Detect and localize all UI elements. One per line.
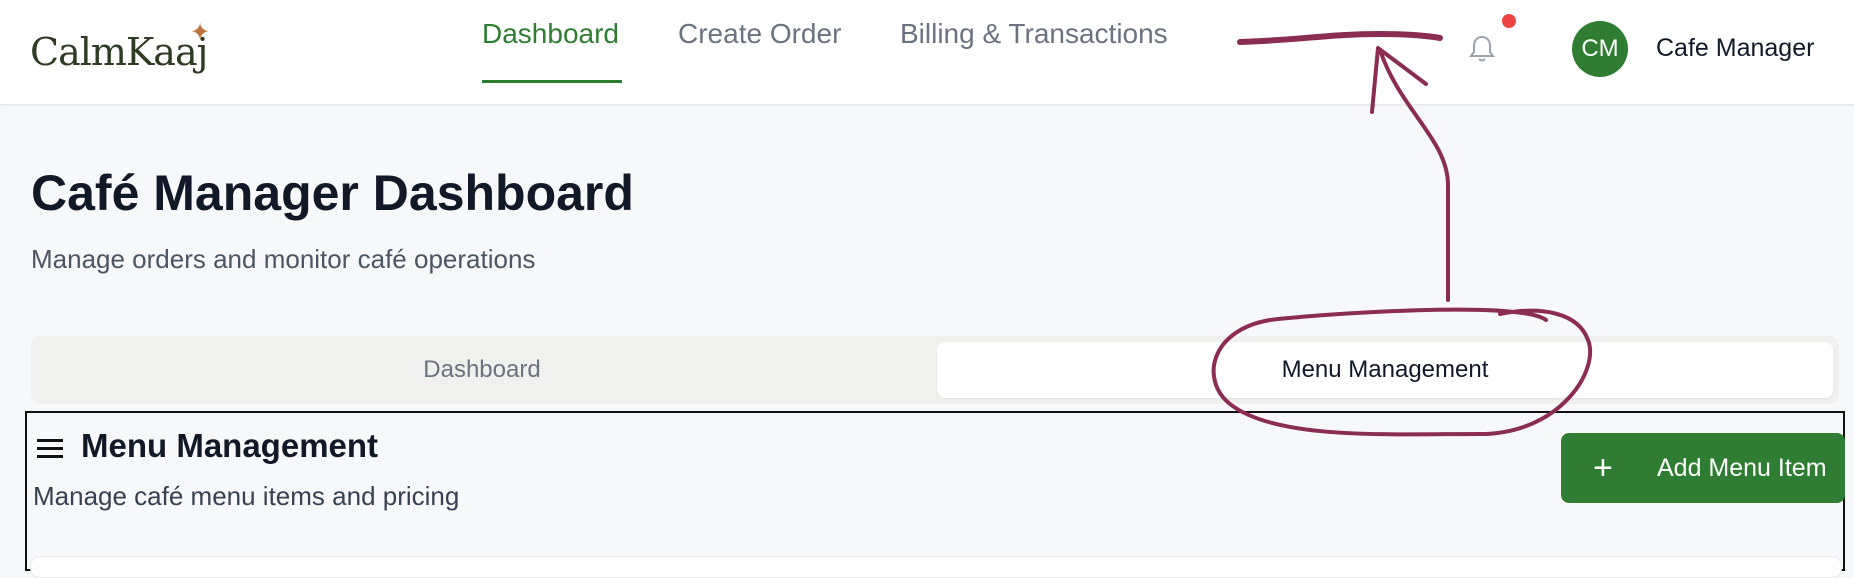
logo-text: CalmKaaj	[30, 30, 208, 74]
star-icon: ✦	[190, 19, 211, 46]
nav-billing-transactions[interactable]: Billing & Transactions	[900, 18, 1168, 50]
nav-dashboard[interactable]: Dashboard	[482, 18, 619, 50]
section-subtitle: Manage café menu items and pricing	[33, 481, 460, 511]
top-navigation-bar: CalmKaaj ✦ Dashboard Create Order Billin…	[0, 0, 1854, 105]
page-subtitle: Manage orders and monitor café operation…	[31, 244, 536, 274]
section-title: Menu Management	[81, 427, 379, 464]
menu-management-section: Menu Management Manage café menu items a…	[25, 411, 1845, 571]
active-nav-indicator	[482, 80, 622, 83]
notification-dot	[1502, 14, 1516, 28]
bell-icon[interactable]	[1468, 34, 1496, 64]
add-menu-item-label: Add Menu Item	[1657, 453, 1827, 482]
page-title: Café Manager Dashboard	[31, 165, 634, 221]
user-name[interactable]: Cafe Manager	[1656, 34, 1814, 63]
add-menu-item-button[interactable]: + Add Menu Item	[1561, 433, 1845, 503]
plus-icon: +	[1593, 448, 1613, 487]
tab-dashboard[interactable]: Dashboard	[37, 342, 927, 398]
avatar[interactable]: CM	[1572, 21, 1628, 77]
menu-items-card	[30, 556, 1842, 578]
tab-list: Dashboard Menu Management	[31, 336, 1839, 404]
menu-icon	[37, 439, 63, 459]
tab-menu-management[interactable]: Menu Management	[937, 342, 1833, 398]
nav-create-order[interactable]: Create Order	[678, 18, 841, 50]
